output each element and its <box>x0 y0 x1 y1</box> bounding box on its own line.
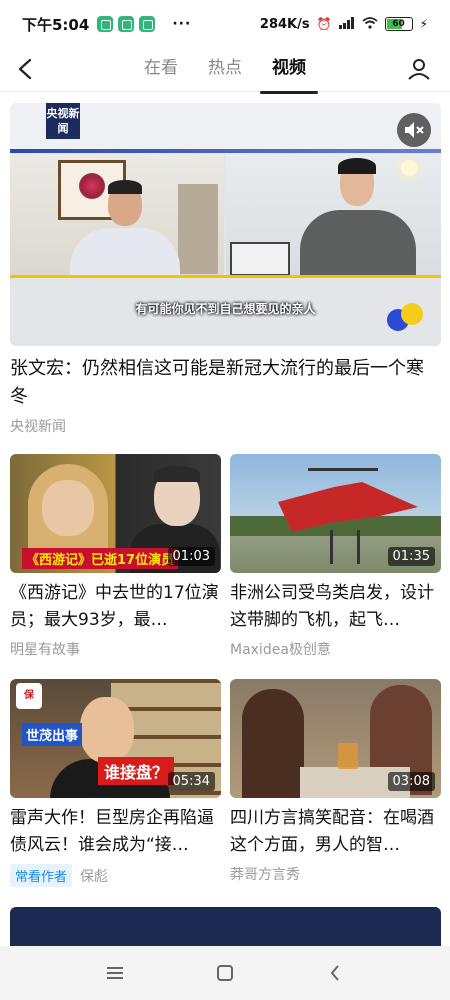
video-source[interactable]: 莽哥方言秀 <box>230 864 300 884</box>
back-arrow-icon <box>330 965 339 981</box>
video-pane-right <box>226 154 441 276</box>
featured-video-title[interactable]: 张文宏：仍然相信这可能是新冠大流行的最后一个寒冬 <box>10 355 441 411</box>
video-subtitle: 有可能你见不到自己想要见的亲人 <box>135 302 316 316</box>
frequent-author-tag: 常看作者 <box>10 864 73 887</box>
video-source[interactable]: 保彪 <box>80 866 108 886</box>
video-source[interactable]: 明星有故事 <box>10 639 80 659</box>
alarm-icon: ⏰ <box>316 17 332 31</box>
video-grid: 《西游记》已逝17位演员 01:03 《西游记》中去世的17位演员；最大93岁，… <box>10 454 441 887</box>
home-square-icon <box>217 965 233 981</box>
video-title[interactable]: 四川方言搞笑配音：在喝酒这个方面，男人的智… <box>230 805 441 859</box>
video-feed: 央视新闻 有可能你见不到自己想要见的亲人 张文宏：仍然相信这可能是新冠大流行的最… <box>10 103 441 957</box>
video-card[interactable]: 01:35 非洲公司受鸟类启发，设计这带脚的飞机，起飞… Maxidea极创意 <box>230 454 441 659</box>
video-title[interactable]: 非洲公司受鸟类启发，设计这带脚的飞机，起飞… <box>230 580 441 634</box>
featured-video-source[interactable]: 央视新闻 <box>10 416 441 436</box>
chevron-left-icon <box>18 58 32 80</box>
app-notification-icon <box>97 16 114 32</box>
app-notification-icon <box>139 16 156 32</box>
menu-button[interactable] <box>95 953 135 993</box>
status-bar: 下午5:04 ··· 284K/s ⏰ 60 ⚡ <box>0 0 450 48</box>
system-nav-bar <box>0 946 450 1000</box>
user-icon <box>408 59 430 80</box>
video-source[interactable]: Maxidea极创意 <box>230 639 331 659</box>
mute-button[interactable] <box>397 113 431 147</box>
thumbnail-caption: 世茂出事 <box>22 723 83 746</box>
video-duration: 01:35 <box>387 547 435 566</box>
featured-video-player[interactable]: 央视新闻 有可能你见不到自己想要见的亲人 <box>10 103 441 346</box>
signal-icon <box>338 16 355 32</box>
speaker-muted-icon <box>405 122 424 138</box>
video-card[interactable]: 03:08 四川方言搞笑配音：在喝酒这个方面，男人的智… 莽哥方言秀 <box>230 679 441 887</box>
thumbnail-caption: 谁接盘？ <box>98 757 175 785</box>
wifi-icon <box>361 16 378 32</box>
video-pane-left <box>10 154 224 276</box>
network-speed: 284K/s <box>259 16 310 32</box>
tab-watching[interactable]: 在看 <box>142 48 180 92</box>
back-button[interactable] <box>10 54 40 84</box>
video-duration: 01:03 <box>167 547 215 566</box>
tab-video[interactable]: 视频 <box>260 48 318 94</box>
system-back-button[interactable] <box>315 953 355 993</box>
channel-badge-icon: 保 <box>16 683 42 709</box>
battery-level: 60 <box>392 19 405 29</box>
battery-icon: 60 <box>384 17 413 31</box>
channel-logo <box>387 303 427 333</box>
video-thumbnail[interactable]: 《西游记》已逝17位演员 01:03 <box>10 454 221 573</box>
menu-icon <box>107 967 123 979</box>
top-nav: 在看 热点 视频 <box>0 48 450 94</box>
video-card[interactable]: 《西游记》已逝17位演员 01:03 《西游记》中去世的17位演员；最大93岁，… <box>10 454 221 659</box>
charging-icon: ⚡ <box>419 17 428 31</box>
more-notifications-icon: ··· <box>172 16 192 32</box>
video-thumbnail[interactable]: 01:35 <box>230 454 441 573</box>
video-thumbnail[interactable]: 03:08 <box>230 679 441 798</box>
video-duration: 03:08 <box>387 772 435 791</box>
interviewer-person <box>296 158 416 276</box>
speaker-person <box>70 180 180 276</box>
video-title[interactable]: 雷声大作！巨型房企再陷逼债风云！谁会成为“接… <box>10 805 221 859</box>
video-title[interactable]: 《西游记》中去世的17位演员；最大93岁，最… <box>10 580 221 634</box>
video-duration: 05:34 <box>167 772 215 791</box>
home-button[interactable] <box>205 953 245 993</box>
thumbnail-caption: 《西游记》已逝17位演员 <box>22 548 179 569</box>
video-thumbnail[interactable]: 保 世茂出事 谁接盘？ 05:34 <box>10 679 221 798</box>
profile-button[interactable] <box>404 54 434 84</box>
tab-hot[interactable]: 热点 <box>206 48 244 92</box>
app-notification-icon <box>118 16 135 32</box>
cctv-news-logo: 央视新闻 <box>46 103 80 139</box>
video-card[interactable]: 保 世茂出事 谁接盘？ 05:34 雷声大作！巨型房企再陷逼债风云！谁会成为“接… <box>10 679 221 887</box>
status-time: 下午5:04 <box>22 15 90 34</box>
tab-bar: 在看 热点 视频 <box>0 48 450 94</box>
